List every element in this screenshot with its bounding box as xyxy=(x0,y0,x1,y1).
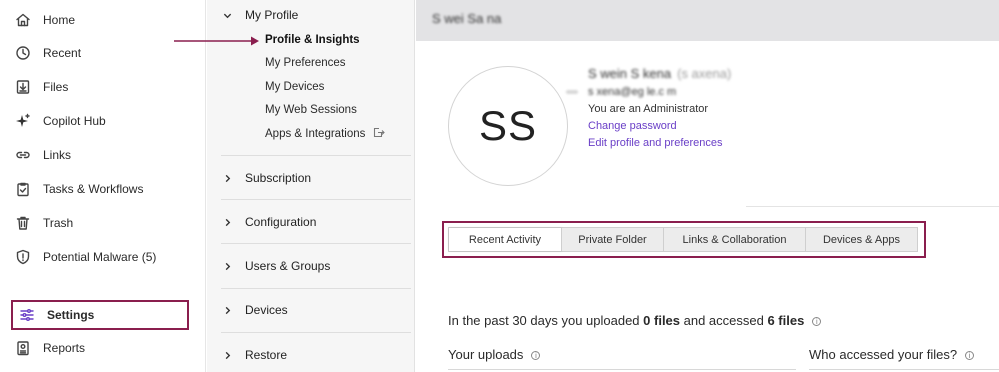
user-email: s xena@eg le.c m xyxy=(588,86,677,98)
sidebar-item-links[interactable]: Links xyxy=(14,142,71,168)
edit-profile-link[interactable]: Edit profile and preferences xyxy=(588,137,723,149)
uploaded-count: 0 files xyxy=(643,313,681,328)
uploads-heading: Your uploads i xyxy=(448,347,541,362)
chevron-right-icon xyxy=(223,217,233,227)
chevron-down-icon xyxy=(223,10,233,20)
divider xyxy=(221,243,411,244)
chevron-right-icon xyxy=(223,305,233,315)
divider xyxy=(221,288,411,289)
section-label: Configuration xyxy=(245,215,317,229)
settings-item-label: Apps & Integrations xyxy=(265,128,366,140)
section-restore[interactable]: Restore xyxy=(223,345,287,365)
sidebar-item-copilot-hub[interactable]: Copilot Hub xyxy=(14,108,106,134)
section-label: Subscription xyxy=(245,171,312,185)
uploads-heading-text: Your uploads xyxy=(448,347,524,362)
sidebar-item-tasks-workflows[interactable]: Tasks & Workflows xyxy=(14,176,143,202)
sparkle-icon xyxy=(14,112,32,130)
accessed-count: 6 files xyxy=(767,313,805,328)
trash-icon xyxy=(14,214,32,232)
section-users-groups[interactable]: Users & Groups xyxy=(223,256,330,276)
sidebar-item-reports[interactable]: Reports xyxy=(14,335,85,361)
chevron-right-icon xyxy=(223,350,233,360)
sidebar-item-label: Home xyxy=(43,13,76,27)
summary-middle: and accessed xyxy=(680,313,768,328)
sidebar-item-trash[interactable]: Trash xyxy=(14,210,73,236)
sidebar-item-label: Files xyxy=(43,80,69,94)
external-icon xyxy=(373,127,385,141)
sidebar-item-label: Reports xyxy=(43,341,86,355)
info-icon[interactable]: i xyxy=(812,317,822,326)
divider xyxy=(221,199,411,200)
sidebar-item-label: Recent xyxy=(43,46,82,60)
redaction-mark xyxy=(566,90,578,94)
report-icon xyxy=(14,339,32,357)
section-label: Restore xyxy=(245,348,288,362)
clipboard-check-icon xyxy=(14,180,32,198)
accessed-heading-text: Who accessed your files? xyxy=(809,347,958,362)
section-my-profile[interactable]: My Profile xyxy=(223,5,298,25)
sidebar-item-label: Tasks & Workflows xyxy=(43,182,144,196)
user-name: S wein S kena (s axena) xyxy=(588,66,731,81)
profile-tabs: Recent Activity Private Folder Links & C… xyxy=(448,227,918,252)
annotation-arrow xyxy=(174,36,259,46)
sliders-icon xyxy=(18,306,36,324)
tab-links-collaboration[interactable]: Links & Collaboration xyxy=(664,228,806,251)
page-title: S wei Sa na xyxy=(432,11,502,26)
settings-item-apps-integrations[interactable]: Apps & Integrations xyxy=(265,127,385,141)
sidebar-item-label: Links xyxy=(43,148,72,162)
divider xyxy=(221,155,411,156)
settings-item-my-devices[interactable]: My Devices xyxy=(265,81,324,93)
user-name-text: S wein S kena xyxy=(588,66,672,81)
user-role: You are an Administrator xyxy=(588,103,709,115)
info-icon[interactable]: i xyxy=(965,351,975,360)
settings-item-profile-insights[interactable]: Profile & Insights xyxy=(265,34,360,46)
divider xyxy=(746,206,999,207)
chevron-right-icon xyxy=(223,173,233,183)
settings-item-my-web-sessions[interactable]: My Web Sessions xyxy=(265,104,357,116)
sidebar-item-label: Copilot Hub xyxy=(43,114,106,128)
settings-navigation: My Profile Profile & Insights My Prefere… xyxy=(207,0,415,372)
avatar: SS xyxy=(448,66,568,186)
tab-recent-activity[interactable]: Recent Activity xyxy=(449,228,562,251)
settings-item-my-preferences[interactable]: My Preferences xyxy=(265,57,346,69)
summary-prefix: In the past 30 days you uploaded xyxy=(448,313,644,328)
sidebar-item-label: Trash xyxy=(43,216,74,230)
primary-sidebar: Home Recent Files Copilot Hub Links Task… xyxy=(0,0,206,372)
tab-devices-apps[interactable]: Devices & Apps xyxy=(806,228,917,251)
activity-summary: In the past 30 days you uploaded 0 files… xyxy=(448,313,822,328)
sidebar-item-files[interactable]: Files xyxy=(14,74,68,100)
link-icon xyxy=(14,146,32,164)
section-subscription[interactable]: Subscription xyxy=(223,168,311,188)
sidebar-item-label: Settings xyxy=(47,308,95,322)
section-label: My Profile xyxy=(245,8,299,22)
clock-icon xyxy=(14,44,32,62)
sidebar-item-label: Potential Malware (5) xyxy=(43,250,157,264)
divider xyxy=(221,332,411,333)
tab-private-folder[interactable]: Private Folder xyxy=(562,228,664,251)
divider xyxy=(448,369,796,370)
files-icon xyxy=(14,78,32,96)
header-bar: S wei Sa na xyxy=(416,0,999,41)
sidebar-item-recent[interactable]: Recent xyxy=(14,40,81,66)
sidebar-item-home[interactable]: Home xyxy=(14,7,75,33)
section-label: Devices xyxy=(245,303,288,317)
home-icon xyxy=(14,11,32,29)
section-devices[interactable]: Devices xyxy=(223,300,288,320)
change-password-link[interactable]: Change password xyxy=(588,120,677,132)
shield-alert-icon xyxy=(14,248,32,266)
sidebar-item-potential-malware[interactable]: Potential Malware (5) xyxy=(14,244,156,270)
divider xyxy=(809,369,999,370)
info-icon[interactable]: i xyxy=(531,351,541,360)
accessed-heading: Who accessed your files? i xyxy=(809,347,975,362)
profile-main: S wei Sa na SS S wein S kena (s axena) s … xyxy=(416,0,999,372)
chevron-right-icon xyxy=(223,261,233,271)
section-label: Users & Groups xyxy=(245,259,331,273)
sidebar-item-settings[interactable]: Settings xyxy=(11,300,189,330)
user-handle: (s axena) xyxy=(677,66,732,81)
section-configuration[interactable]: Configuration xyxy=(223,212,316,232)
